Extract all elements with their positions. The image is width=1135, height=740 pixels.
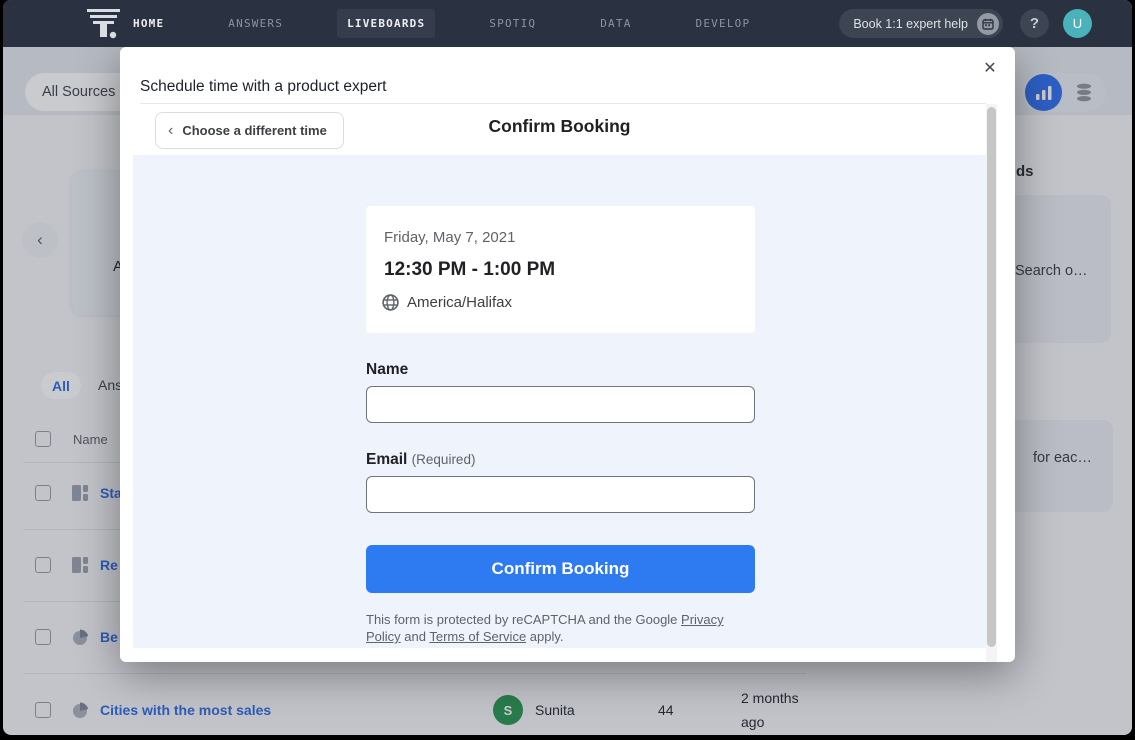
name-input[interactable] [366, 386, 755, 423]
nav-item-spotiq[interactable]: SPOTIQ [479, 9, 546, 38]
name-label: Name [366, 361, 408, 379]
nav-menu: HOME ANSWERS LIVEBOARDS SPOTIQ DATA DEVE… [123, 0, 760, 47]
email-input[interactable] [366, 476, 755, 513]
choose-different-time-button[interactable]: ‹ Choose a different time [155, 112, 344, 149]
globe-icon [382, 294, 399, 311]
booking-body: Friday, May 7, 2021 12:30 PM - 1:00 PM A… [133, 155, 986, 648]
nav-item-develop[interactable]: DEVELOP [686, 9, 761, 38]
modal-title: Schedule time with a product expert [140, 78, 386, 96]
nav-item-home[interactable]: HOME [123, 9, 174, 38]
terms-of-service-link[interactable]: Terms of Service [429, 629, 526, 644]
modal-scrollbar[interactable] [986, 104, 997, 662]
close-icon[interactable]: ✕ [979, 57, 1001, 79]
top-nav: HOME ANSWERS LIVEBOARDS SPOTIQ DATA DEVE… [3, 0, 1132, 47]
nav-item-data[interactable]: DATA [590, 9, 641, 38]
email-label-text: Email [366, 451, 407, 468]
user-avatar[interactable]: U [1063, 9, 1092, 38]
app-window: All Sources [3, 0, 1132, 735]
selected-slot-card: Friday, May 7, 2021 12:30 PM - 1:00 PM A… [366, 206, 755, 333]
recaptcha-text: and [401, 629, 430, 644]
slot-time: 12:30 PM - 1:00 PM [384, 259, 555, 281]
calendar-icon [977, 13, 999, 35]
help-button[interactable]: ? [1020, 9, 1049, 38]
slot-date: Friday, May 7, 2021 [384, 229, 515, 246]
thoughtspot-logo-icon [85, 8, 127, 39]
recaptcha-text: apply. [526, 629, 563, 644]
scrollbar-thumb[interactable] [987, 107, 996, 647]
name-label-text: Name [366, 361, 408, 378]
chevron-left-icon: ‹ [168, 122, 173, 140]
booking-header: Confirm Booking ‹ Choose a different tim… [133, 104, 986, 155]
schedule-expert-modal: ✕ Schedule time with a product expert Co… [120, 47, 1015, 662]
nav-item-answers[interactable]: ANSWERS [218, 9, 293, 38]
recaptcha-notice: This form is protected by reCAPTCHA and … [366, 611, 755, 645]
slot-timezone: America/Halifax [407, 294, 512, 311]
thoughtspot-logo[interactable] [85, 8, 127, 39]
email-label: Email (Required) [366, 451, 475, 469]
slot-timezone-row: America/Halifax [382, 294, 512, 311]
recaptcha-text: This form is protected by reCAPTCHA and … [366, 612, 681, 627]
booking-widget: Confirm Booking ‹ Choose a different tim… [133, 104, 986, 655]
back-button-label: Choose a different time [182, 123, 326, 138]
nav-item-liveboards[interactable]: LIVEBOARDS [337, 9, 435, 38]
book-expert-label: Book 1:1 expert help [853, 17, 968, 31]
confirm-booking-button[interactable]: Confirm Booking [366, 545, 755, 593]
book-expert-button[interactable]: Book 1:1 expert help [839, 9, 1003, 38]
email-required-note: (Required) [412, 452, 476, 467]
